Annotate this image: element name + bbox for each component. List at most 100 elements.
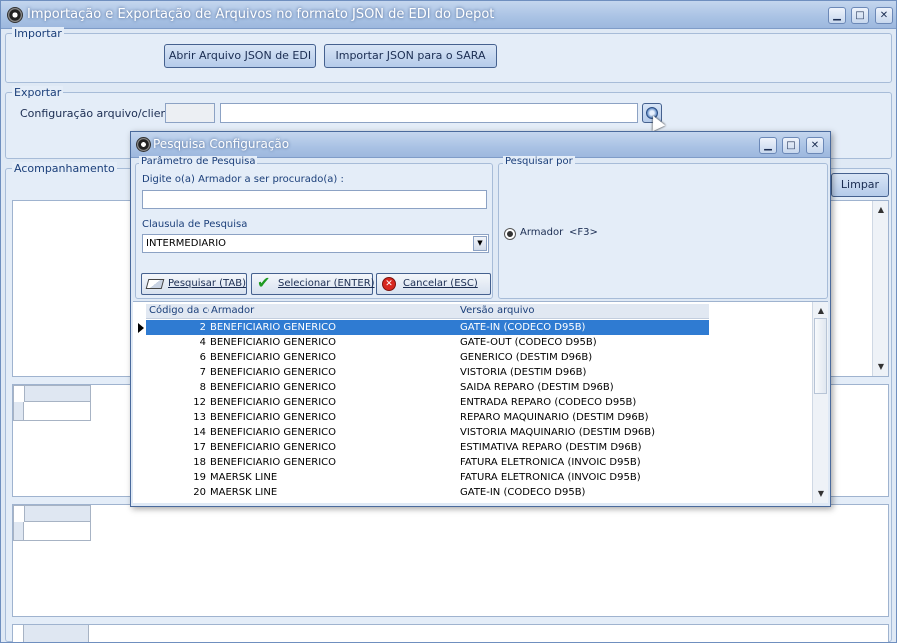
- grid-scrollbar[interactable]: ▲ ▼: [812, 302, 828, 503]
- checkmark-icon: ✔: [257, 273, 271, 292]
- cell-versao: REPARO MAQUINARIO (DESTIM D96B): [460, 412, 649, 423]
- maximize-button[interactable]: □: [851, 7, 869, 24]
- grid-panel-2[interactable]: [12, 504, 889, 617]
- armador-hotkey-label: <F3>: [569, 227, 598, 238]
- limpar-button[interactable]: Limpar: [831, 173, 889, 197]
- table-row[interactable]: 2 BENEFICIARIO GENERICO GATE-IN (CODECO D9…: [146, 320, 709, 335]
- pesquisar-button[interactable]: Pesquisar (TAB): [141, 273, 247, 295]
- table-row[interactable]: 4 BENEFICIARIO GENERICO GATE-OUT (CODECO D…: [146, 335, 709, 350]
- dialog-minimize-button[interactable]: ▁: [759, 137, 777, 154]
- table-row[interactable]: 7 BENEFICIARIO GENERICO VISTORIA (DESTIM D…: [146, 365, 709, 380]
- col-header-versao[interactable]: Versão arquivo: [460, 305, 700, 319]
- cell-versao: ENTRADA REPARO (CODECO D95B): [460, 397, 637, 408]
- main-titlebar: Importação e Exportação de Arquivos no f…: [1, 1, 896, 29]
- grid-panel-3[interactable]: [12, 624, 889, 642]
- armador-search-input[interactable]: [142, 190, 487, 209]
- scroll-down-icon[interactable]: ▼: [873, 360, 889, 374]
- dialog-gear-icon: [136, 137, 151, 152]
- selecionar-button[interactable]: ✔ Selecionar (ENTER): [251, 273, 375, 295]
- cell-codigo: 4: [199, 337, 206, 348]
- cancelar-label: Cancelar (ESC): [403, 278, 478, 289]
- cell-armador: BENEFICIARIO GENERICO: [210, 367, 337, 378]
- cell-codigo: 6: [199, 352, 206, 363]
- cell-versao: GENERICO (DESTIM D96B): [460, 352, 593, 363]
- armador-radio[interactable]: [504, 228, 516, 240]
- armador-radio-label[interactable]: Armador: [520, 227, 563, 238]
- dialog-close-button[interactable]: ✕: [806, 137, 824, 154]
- app-gear-icon: [7, 7, 23, 23]
- table-row[interactable]: 14 BENEFICIARIO GENERICO VISTORIA MAQUINAR…: [146, 425, 709, 440]
- table-row[interactable]: 19 MAERSK LINE FATURA ELETRONICA (INVOIC D…: [146, 470, 709, 485]
- search-prompt-label: Digite o(a) Armador a ser procurado(a) :: [142, 174, 344, 185]
- cell-versao: VISTORIA (DESTIM D96B): [460, 367, 587, 378]
- table-row[interactable]: 12 BENEFICIARIO GENERICO ENTRADA REPARO (C…: [146, 395, 709, 410]
- col-header-codigo[interactable]: Código da co: [149, 305, 209, 319]
- cell-armador: BENEFICIARIO GENERICO: [210, 337, 337, 348]
- dropdown-arrow-icon[interactable]: ▼: [473, 236, 487, 251]
- cell-codigo: 13: [193, 412, 206, 423]
- results-grid[interactable]: Código da co Armador Versão arquivo 2 BEN…: [133, 301, 828, 503]
- cell-armador: BENEFICIARIO GENERICO: [210, 442, 337, 453]
- cell-versao: ESTIMATIVA REPARO (DESTIM D96B): [460, 442, 642, 453]
- cell-armador: MAERSK LINE: [210, 472, 278, 483]
- table-row[interactable]: 13 BENEFICIARIO GENERICO REPARO MAQUINARIO…: [146, 410, 709, 425]
- cell-codigo: 8: [199, 382, 206, 393]
- cancelar-button[interactable]: ✕ Cancelar (ESC): [376, 273, 491, 295]
- window-title: Importação e Exportação de Arquivos no f…: [27, 7, 495, 22]
- importar-json-button[interactable]: Importar JSON para o SARA: [324, 44, 497, 68]
- importar-label: Importar: [12, 27, 64, 40]
- pesquisar-label: Pesquisar (TAB): [168, 278, 246, 289]
- cell-codigo: 17: [193, 442, 206, 453]
- grid-scroll-up-icon[interactable]: ▲: [813, 304, 829, 318]
- table-row[interactable]: 8 BENEFICIARIO GENERICO SAIDA REPARO (DEST…: [146, 380, 709, 395]
- config-code-input[interactable]: [165, 103, 215, 123]
- scroll-up-icon[interactable]: ▲: [873, 203, 889, 217]
- cell-versao: GATE-OUT (CODECO D95B): [460, 337, 597, 348]
- mini-grid-2: [13, 505, 91, 541]
- col-header-armador[interactable]: Armador: [211, 305, 451, 319]
- cell-armador: BENEFICIARIO GENERICO: [210, 412, 337, 423]
- dialog-titlebar: Pesquisa Configuração ▁ □ ✕: [131, 132, 830, 158]
- cell-codigo: 12: [193, 397, 206, 408]
- parametro-label: Parâmetro de Pesquisa: [139, 156, 258, 167]
- eraser-icon: [145, 279, 165, 289]
- cell-codigo: 18: [193, 457, 206, 468]
- pesquisar-por-label: Pesquisar por: [503, 156, 575, 167]
- cell-versao: SAIDA REPARO (DESTIM D96B): [460, 382, 614, 393]
- grid-scroll-down-icon[interactable]: ▼: [813, 487, 829, 501]
- cell-versao: GATE-IN (CODECO D95B): [460, 487, 586, 498]
- log-scrollbar[interactable]: ▲ ▼: [872, 201, 888, 376]
- selecionar-label: Selecionar (ENTER): [278, 278, 375, 289]
- dialog-title: Pesquisa Configuração: [153, 137, 290, 151]
- cell-armador: BENEFICIARIO GENERICO: [210, 397, 337, 408]
- cell-armador: BENEFICIARIO GENERICO: [210, 352, 337, 363]
- table-row[interactable]: 17 BENEFICIARIO GENERICO ESTIMATIVA REPARO…: [146, 440, 709, 455]
- clause-value: INTERMEDIARIO: [146, 238, 227, 249]
- cell-codigo: 19: [193, 472, 206, 483]
- cell-armador: BENEFICIARIO GENERICO: [210, 427, 337, 438]
- grid-scroll-thumb[interactable]: [814, 318, 827, 394]
- cell-armador: BENEFICIARIO GENERICO: [210, 382, 337, 393]
- cell-codigo: 2: [199, 322, 206, 333]
- mini-grid-1: [13, 385, 91, 421]
- abrir-json-button[interactable]: Abrir Arquivo JSON de EDI: [164, 44, 316, 68]
- acompanhamento-label: Acompanhamento: [12, 162, 117, 175]
- clause-select[interactable]: INTERMEDIARIO ▼: [142, 234, 489, 253]
- close-button[interactable]: ✕: [875, 7, 893, 24]
- cell-versao: FATURA ELETRONICA (INVOIC D95B): [460, 457, 641, 468]
- minimize-button[interactable]: ▁: [828, 7, 846, 24]
- cell-versao: GATE-IN (CODECO D95B): [460, 322, 586, 333]
- table-row[interactable]: 20 MAERSK LINE GATE-IN (CODECO D95B): [146, 485, 709, 500]
- cell-armador: BENEFICIARIO GENERICO: [210, 322, 337, 333]
- table-row[interactable]: 6 BENEFICIARIO GENERICO GENERICO (DESTIM D…: [146, 350, 709, 365]
- cell-armador: MAERSK LINE: [210, 487, 278, 498]
- row-pointer-icon: [138, 323, 144, 333]
- config-name-input[interactable]: [220, 103, 638, 123]
- cell-armador: BENEFICIARIO GENERICO: [210, 457, 337, 468]
- exportar-label: Exportar: [12, 86, 64, 99]
- table-row[interactable]: 18 BENEFICIARIO GENERICO FATURA ELETRONICA…: [146, 455, 709, 470]
- cancel-icon: ✕: [382, 277, 396, 291]
- mini-grid-3: [23, 625, 89, 642]
- dialog-maximize-button[interactable]: □: [782, 137, 800, 154]
- cell-codigo: 14: [193, 427, 206, 438]
